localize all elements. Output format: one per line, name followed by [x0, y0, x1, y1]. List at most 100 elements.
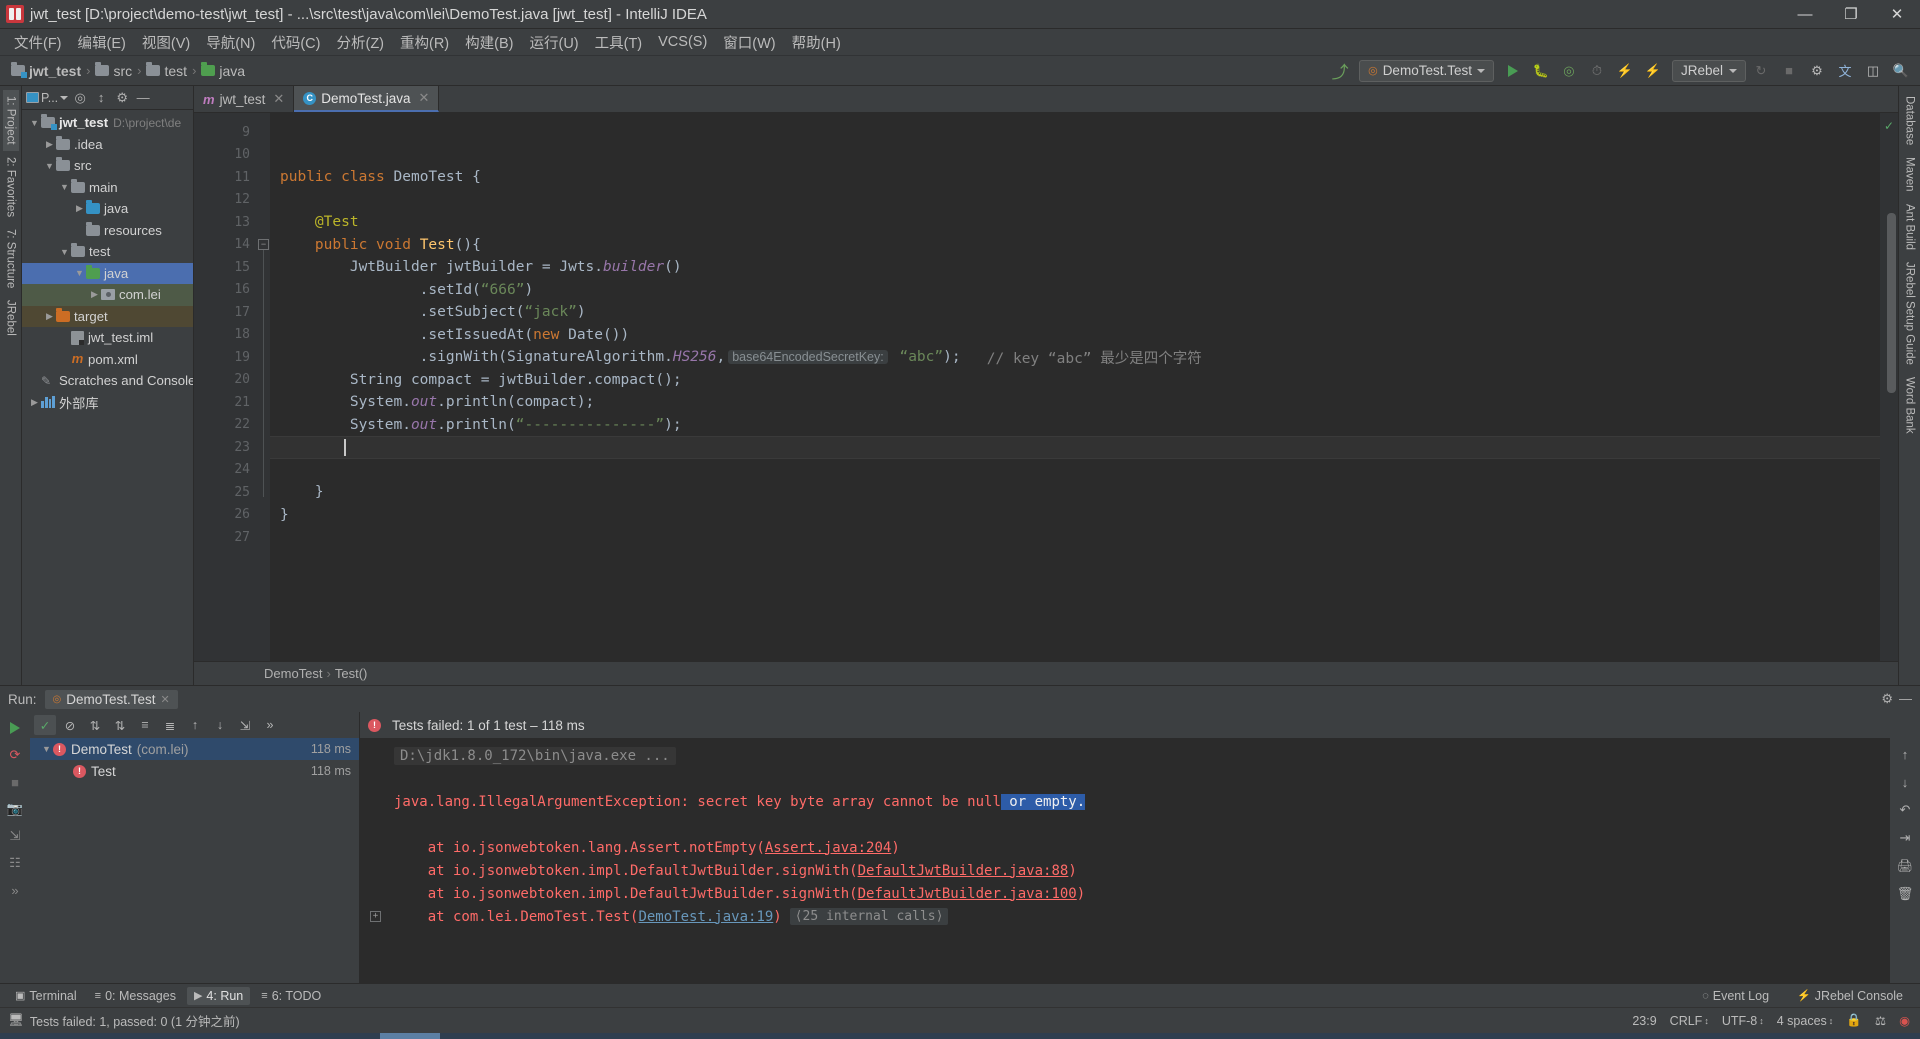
menu-item-11[interactable]: 窗口(W) — [715, 29, 783, 56]
menu-item-9[interactable]: 工具(T) — [587, 29, 651, 56]
line-number-20[interactable]: 20 — [194, 369, 256, 392]
toolwindow-button-6TODO[interactable]: ≡ 6: TODO — [254, 987, 328, 1005]
rail-tab-favorites[interactable]: 2: Favorites — [3, 151, 19, 223]
menu-item-7[interactable]: 构建(B) — [457, 29, 521, 56]
code-breadcrumb-Test[interactable]: Test() — [335, 666, 368, 681]
code-line-17[interactable]: .setSubject(“jack”) — [270, 301, 1880, 324]
menu-item-10[interactable]: VCS(S) — [650, 31, 715, 53]
code-line-14[interactable]: public void Test(){ — [270, 234, 1880, 257]
code-line-25[interactable]: } — [270, 481, 1880, 504]
sort-duration-icon[interactable]: ⇅ — [109, 715, 131, 735]
breadcrumb-item-src[interactable]: src — [92, 62, 135, 80]
close-icon[interactable]: ✕ — [419, 90, 430, 106]
breadcrumb-item-test[interactable]: test — [143, 62, 190, 80]
encoding[interactable]: UTF-8 ↕ — [1722, 1014, 1764, 1028]
hide-ignored-icon[interactable]: ⊘ — [59, 715, 81, 735]
code-line-23[interactable] — [270, 436, 1880, 459]
code-fold-toggle[interactable]: − — [258, 238, 269, 250]
line-number-25[interactable]: 25 — [194, 481, 256, 504]
close-icon[interactable]: ✕ — [161, 693, 170, 706]
chevron-right-icon[interactable]: ▶ — [43, 311, 56, 322]
chevron-down-icon[interactable]: ▼ — [28, 118, 41, 128]
run-icon[interactable] — [1500, 59, 1526, 83]
run-configuration-selector[interactable]: ◎ DemoTest.Test — [1359, 59, 1494, 82]
breadcrumb-item-jwt_test[interactable]: jwt_test — [8, 62, 84, 80]
menu-item-8[interactable]: 运行(U) — [521, 29, 586, 56]
tree-node-main[interactable]: ▼ main — [22, 177, 193, 199]
expand-stacktrace-icon[interactable]: + — [370, 911, 381, 922]
menu-item-0[interactable]: 文件(F) — [6, 29, 70, 56]
line-number-19[interactable]: 19 — [194, 346, 256, 369]
line-number-27[interactable]: 27 — [194, 526, 256, 549]
debug-icon[interactable]: 🐛 — [1528, 59, 1554, 83]
stop-icon[interactable]: ■ — [1776, 59, 1802, 83]
code-line-18[interactable]: .setIssuedAt(new Date()) — [270, 324, 1880, 347]
line-number-10[interactable]: 10 — [194, 144, 256, 167]
close-icon[interactable]: ✕ — [273, 91, 284, 107]
chevron-right-icon[interactable]: ▶ — [28, 397, 41, 408]
tree-node-src[interactable]: ▼ src — [22, 155, 193, 177]
export-results-icon[interactable]: ⇲ — [234, 715, 256, 735]
line-number-26[interactable]: 26 — [194, 504, 256, 527]
menu-item-5[interactable]: 分析(Z) — [328, 29, 392, 56]
collapse-all-icon[interactable]: ↕ — [92, 89, 110, 107]
test-row-Test[interactable]: ! Test 118 ms — [30, 760, 359, 782]
tree-node-pom.xml[interactable]: m pom.xml — [22, 349, 193, 371]
next-failed-icon[interactable]: ↓ — [209, 715, 231, 735]
code-line-19[interactable]: .signWith(SignatureAlgorithm. HS256, base6… — [270, 346, 1880, 369]
toolwindow-button-JRebelConsole[interactable]: ⚡ JRebel Console — [1790, 987, 1910, 1005]
code-line-15[interactable]: JwtBuilder jwtBuilder = Jwts. builder() — [270, 256, 1880, 279]
chevron-down-icon[interactable]: ▼ — [58, 182, 71, 192]
rail-tab-antbuild[interactable]: Ant Build — [1902, 198, 1918, 256]
line-number-21[interactable]: 21 — [194, 391, 256, 414]
line-number-11[interactable]: 11! — [194, 166, 290, 189]
rerun-failed-icon[interactable]: ⟳ — [5, 745, 25, 765]
jrebel-run-icon[interactable]: ⚡ — [1612, 59, 1638, 83]
more-icon[interactable]: » — [259, 715, 281, 735]
code-line-9[interactable] — [270, 121, 1880, 144]
code-line-26[interactable]: } — [270, 504, 1880, 527]
hide-icon[interactable]: — — [134, 89, 152, 107]
rail-tab-jrebelsetupguide[interactable]: JRebel Setup Guide — [1902, 256, 1918, 371]
tree-node-test[interactable]: ▼ test — [22, 241, 193, 263]
scroll-down-icon[interactable]: ↓ — [1895, 772, 1915, 792]
line-number-13[interactable]: 13 — [194, 211, 256, 234]
toolwindow-button-0Messages[interactable]: ≡ 0: Messages — [88, 987, 183, 1005]
run-with-coverage-icon[interactable]: ◎ — [1556, 59, 1582, 83]
console-output[interactable]: D:\jdk1.8.0_172\bin\java.exe ... java.lan… — [360, 738, 1890, 983]
menu-item-12[interactable]: 帮助(H) — [784, 29, 849, 56]
code-line-20[interactable]: String compact = jwtBuilder.compact(); — [270, 369, 1880, 392]
jrebel-debug-icon[interactable]: ⚡ — [1640, 59, 1666, 83]
code-line-22[interactable]: System. out .println(“---------------”); — [270, 414, 1880, 437]
editor-tab-jwt_test[interactable]: m jwt_test ✕ — [194, 86, 295, 112]
line-number-22[interactable]: 22 — [194, 414, 256, 437]
print-icon[interactable]: 🖨 — [1895, 856, 1915, 876]
rail-tab-wordbank[interactable]: Word Bank — [1902, 371, 1918, 440]
rail-tab-database[interactable]: Database — [1902, 90, 1918, 151]
code-breadcrumb-DemoTest[interactable]: DemoTest — [264, 666, 323, 681]
tree-node-java[interactable]: ▼ java — [22, 262, 193, 284]
horizontal-scrollbar[interactable] — [0, 1033, 1920, 1039]
tree-node-外部库[interactable]: ▶ 外部库 — [22, 392, 193, 414]
expand-all-icon[interactable]: ≡ — [134, 715, 156, 735]
export-icon[interactable]: ⇲ — [5, 826, 25, 846]
pin-icon[interactable]: ☷ — [5, 853, 25, 873]
scroll-to-end-icon[interactable]: ⇥ — [1895, 828, 1915, 848]
translate-icon[interactable]: 文 — [1832, 59, 1858, 83]
more-icon[interactable]: » — [5, 880, 25, 900]
horizontal-scrollbar-thumb[interactable] — [380, 1033, 440, 1039]
line-number-12[interactable]: 12 — [194, 189, 256, 212]
code-content[interactable]: public class DemoTest { @Test public voi… — [270, 113, 1880, 661]
tree-node-com.lei[interactable]: ▶ com.lei — [22, 284, 193, 306]
tree-node-ScratchesandConsole[interactable]: ✎ Scratches and Console — [22, 370, 193, 392]
collapse-all-icon[interactable]: ≣ — [159, 715, 181, 735]
breadcrumb-item-java[interactable]: java — [198, 62, 248, 80]
tree-node-resources[interactable]: resources — [22, 220, 193, 242]
show-passed-icon[interactable]: ✓ — [34, 715, 56, 735]
settings-icon[interactable]: ⚙ — [1804, 59, 1830, 83]
camera-icon[interactable]: 📷 — [5, 799, 25, 819]
clear-all-icon[interactable]: 🗑 — [1895, 884, 1915, 904]
sort-alphabetically-icon[interactable]: ⇅ — [84, 715, 106, 735]
line-number-15[interactable]: 15 — [194, 256, 256, 279]
code-line-12[interactable] — [270, 189, 1880, 212]
